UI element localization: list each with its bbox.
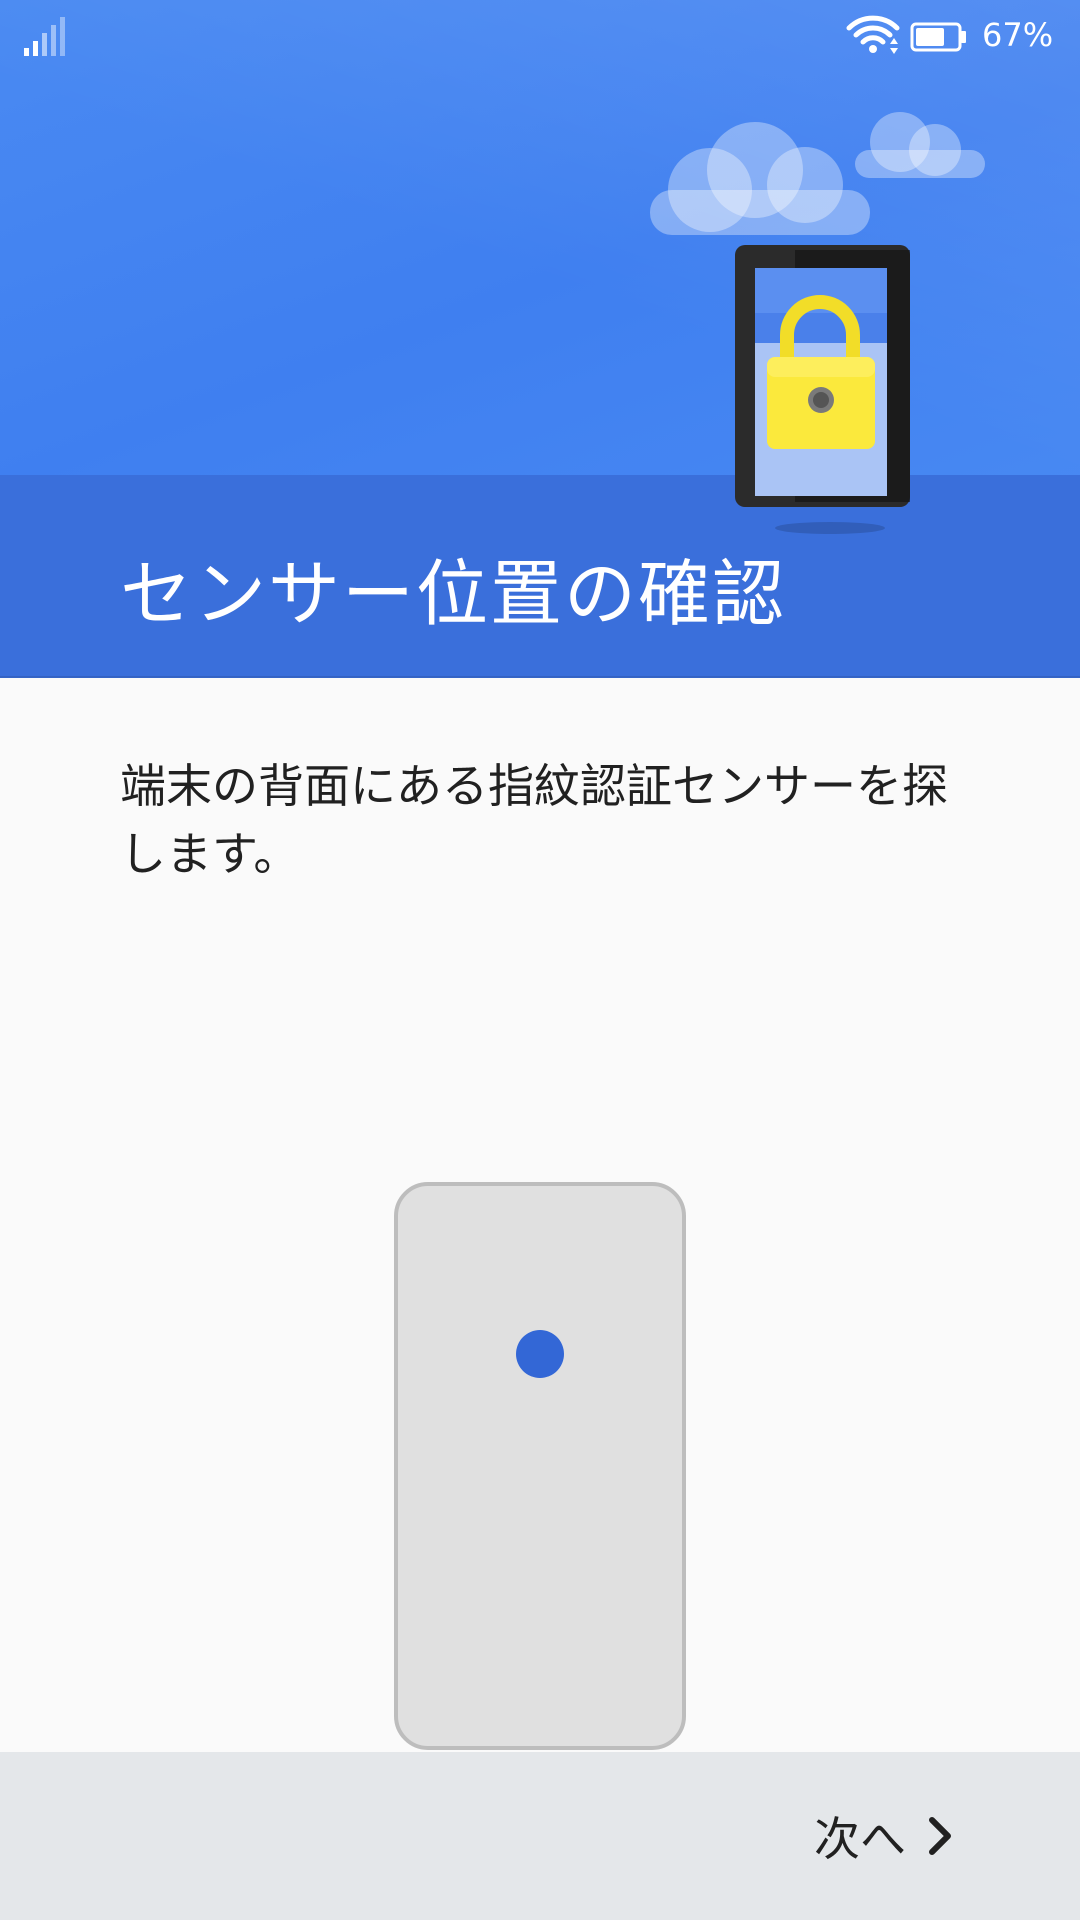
tablet-with-padlock-illustration: [650, 112, 985, 534]
page-title: センサー位置の確認: [120, 552, 787, 636]
chevron-right-icon: [929, 1817, 951, 1855]
phone-back-diagram: [394, 1182, 686, 1750]
battery-icon: [910, 22, 966, 52]
clouds-icon: [650, 112, 985, 235]
next-button[interactable]: 次へ: [814, 1804, 960, 1868]
header-banner: 67% センサー位置の確認: [0, 0, 1080, 678]
next-button-label: 次へ: [814, 1812, 906, 1866]
header-shadow: [0, 676, 1080, 678]
wifi-icon: [846, 15, 900, 54]
status-bar: 67%: [0, 0, 1080, 75]
instruction-text: 端末の背面にある指紋認証センサーを探します。: [120, 759, 948, 881]
footer-bar: 次へ: [0, 1752, 1080, 1920]
battery-percentage: 67%: [982, 16, 1054, 54]
fingerprint-setup-screen: 67% センサー位置の確認 端末の背面にある指紋認証センサーを探します。 次へ: [0, 0, 1080, 1920]
fingerprint-sensor-dot: [516, 1330, 564, 1378]
signal-icon: [24, 17, 65, 56]
